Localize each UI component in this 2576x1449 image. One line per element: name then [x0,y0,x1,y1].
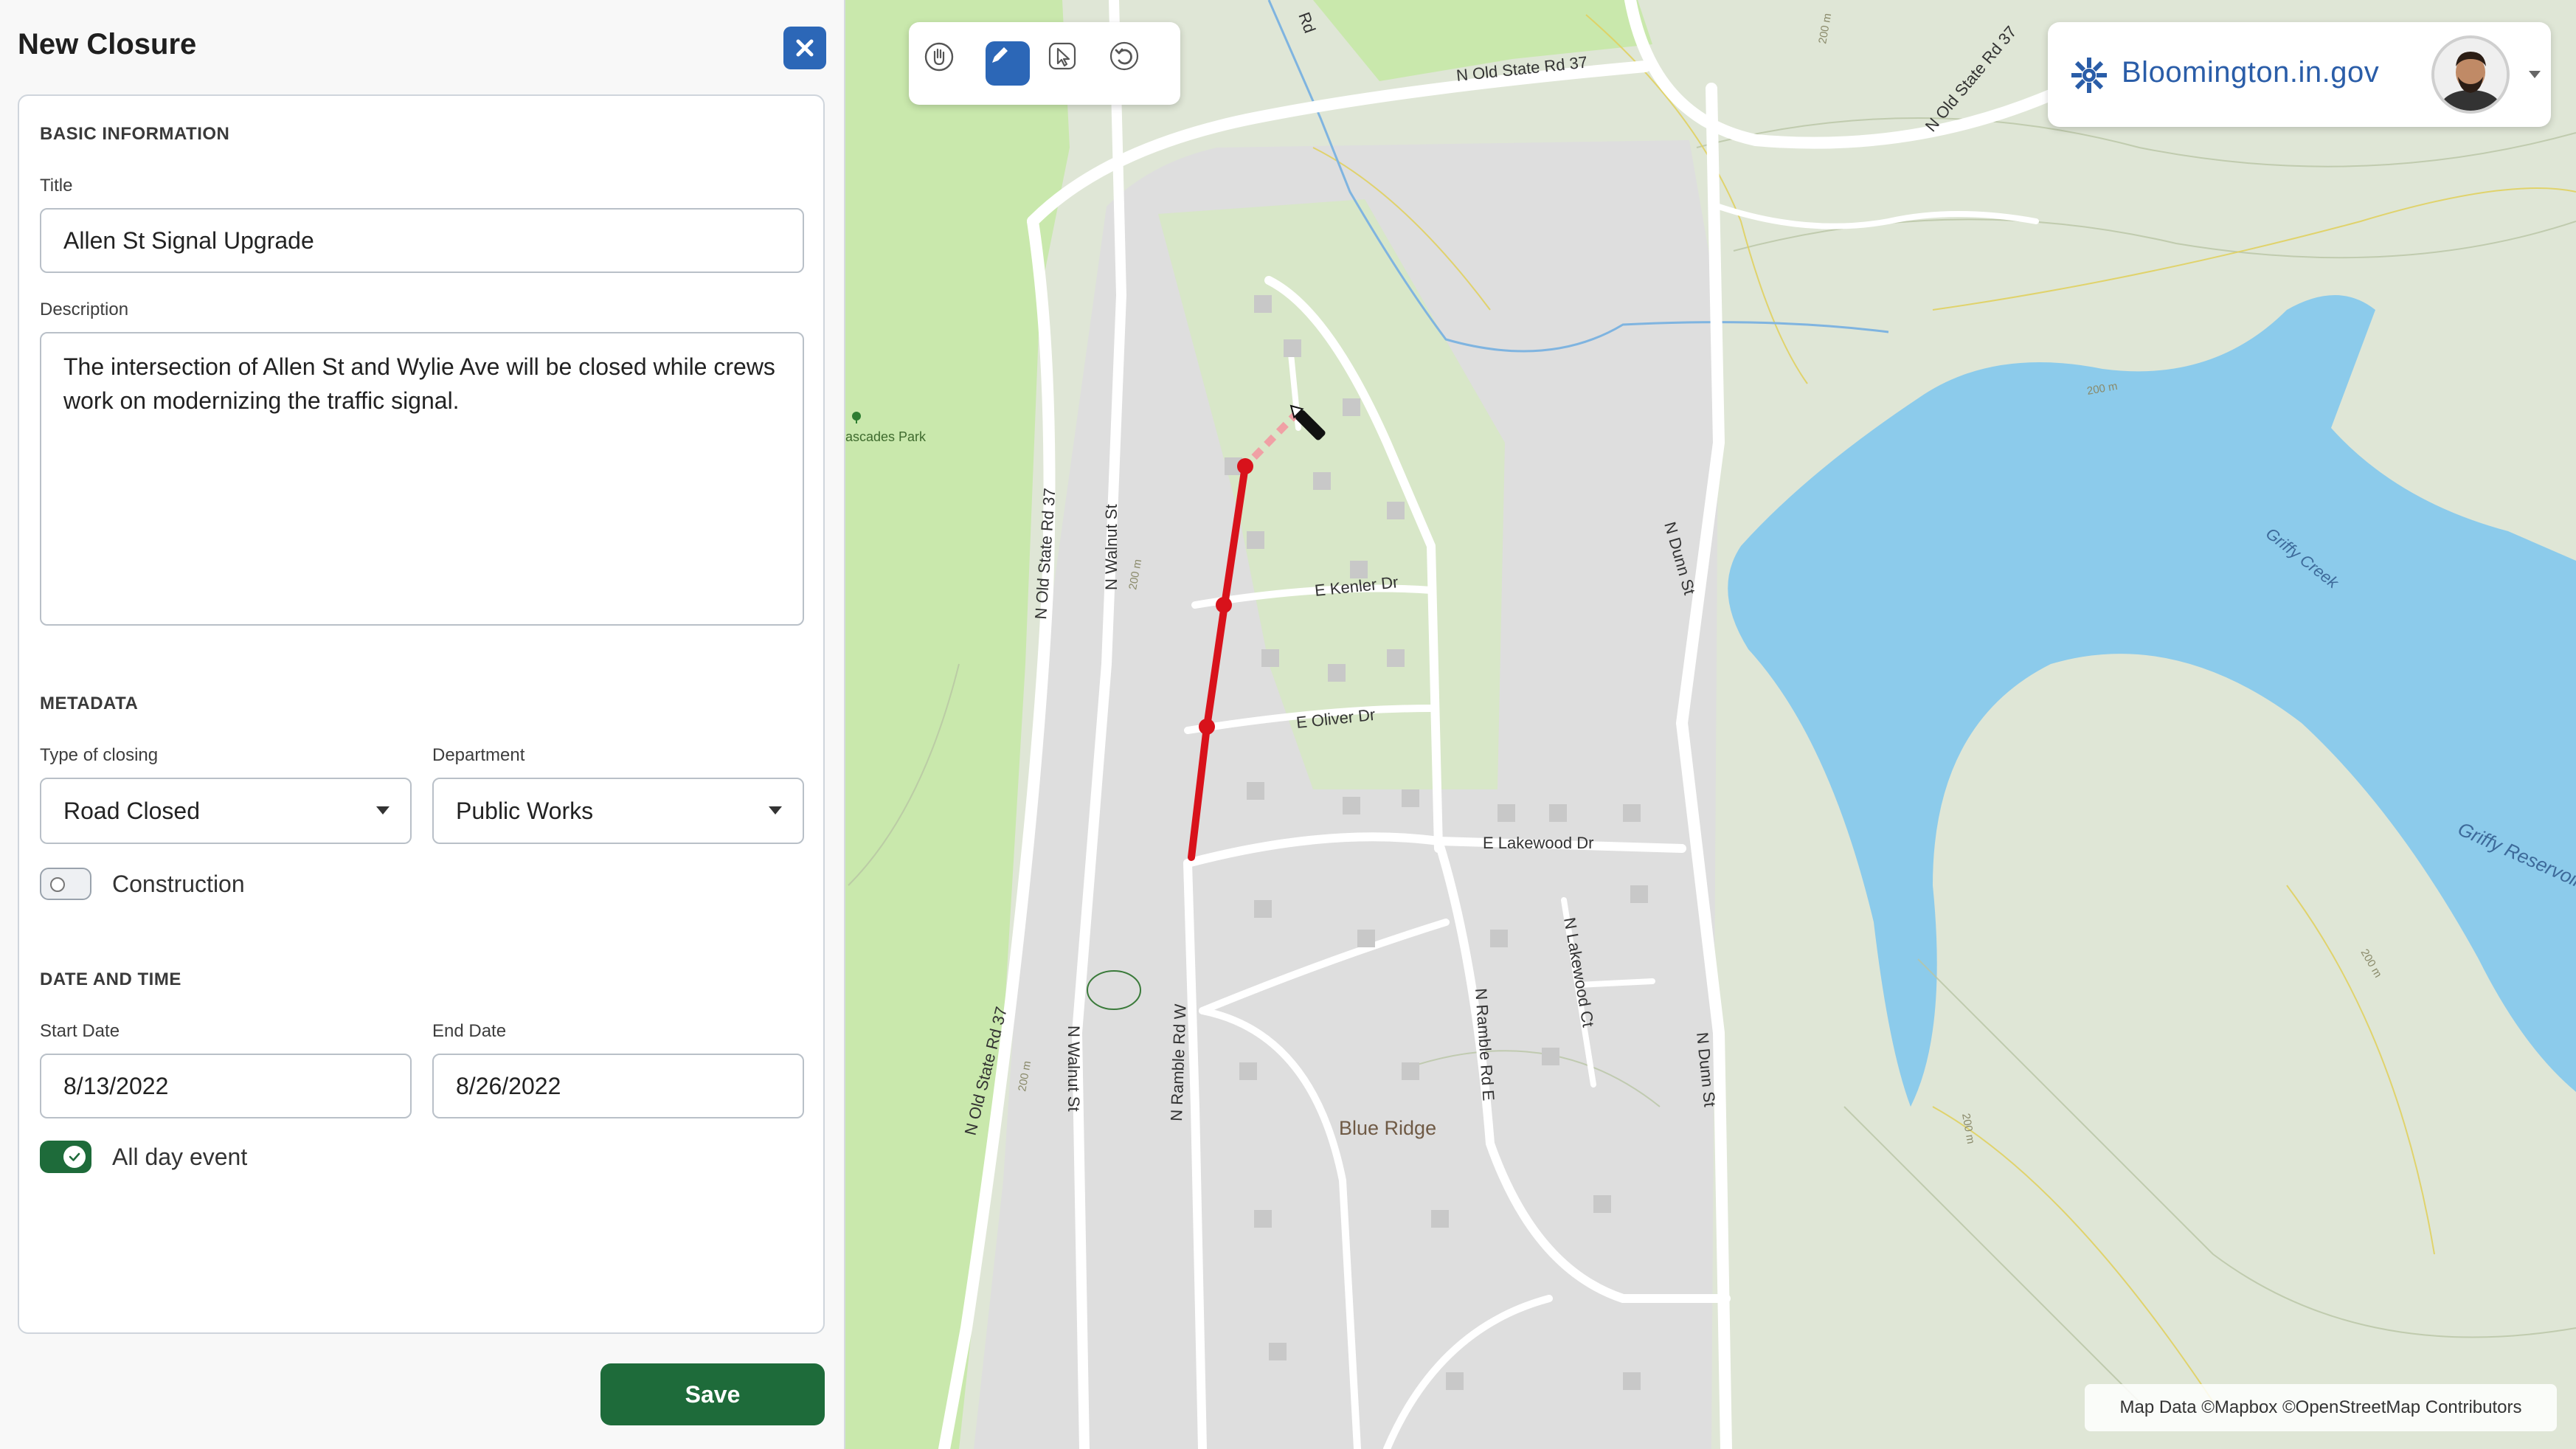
chevron-down-icon [2529,71,2541,78]
close-button[interactable] [783,27,826,69]
closure-vertex [1216,597,1232,613]
pencil-icon [992,47,1008,63]
hand-icon [924,42,954,72]
select-tool-button[interactable] [1048,41,1092,86]
construction-label: Construction [112,871,245,897]
undo-icon [1109,41,1139,71]
all-day-label: All day event [112,1144,248,1170]
label-cascades-park: ascades Park [845,429,927,444]
start-date-input[interactable]: 8/13/2022 [40,1054,412,1118]
account-menu[interactable]: Bloomington.in.gov [2048,22,2551,127]
label-n-walnut-st-top: N Walnut St [1102,504,1121,590]
chevron-down-icon [769,806,782,815]
panel-title: New Closure [18,28,197,60]
all-day-toggle[interactable] [40,1141,91,1173]
closure-form-panel: New Closure BASIC INFORMATION Title Alle… [0,0,845,1449]
pan-tool-button[interactable] [924,41,968,86]
city-seal-icon [2071,58,2107,93]
undo-tool-button[interactable] [1109,41,1154,86]
start-date-label: Start Date [40,1021,120,1041]
department-select[interactable]: Public Works [432,778,804,844]
construction-toggle[interactable] [40,868,91,900]
type-of-closing-label: Type of closing [40,745,159,765]
closure-vertex [1237,458,1253,474]
label-e-lakewood-dr: E Lakewood Dr [1483,834,1593,852]
save-button[interactable]: Save [600,1363,825,1425]
map-layer: N Old State Rd 37 N Old State Rd 37 N Ol… [845,0,2576,1449]
type-of-closing-value: Road Closed [63,797,200,824]
map-attribution[interactable]: Map Data ©Mapbox ©OpenStreetMap Contribu… [2085,1384,2557,1431]
section-date-and-time: DATE AND TIME [40,969,181,989]
department-label: Department [432,745,525,765]
cursor-icon [1048,42,1076,70]
brand-name: Bloomington.in.gov [2122,56,2380,89]
type-of-closing-select[interactable]: Road Closed [40,778,412,844]
description-textarea[interactable]: The intersection of Allen St and Wylie A… [40,332,804,626]
end-date-label: End Date [432,1021,507,1041]
check-icon [63,1146,86,1168]
close-icon [796,39,814,57]
avatar[interactable] [2431,35,2510,114]
label-blue-ridge: Blue Ridge [1339,1117,1436,1139]
draw-tool-button[interactable] [986,41,1030,86]
map-canvas[interactable]: N Old State Rd 37 N Old State Rd 37 N Ol… [845,0,2576,1449]
end-date-input[interactable]: 8/26/2022 [432,1054,804,1118]
closure-vertex [1199,719,1215,735]
description-label: Description [40,300,129,319]
section-basic-information: BASIC INFORMATION [40,124,230,144]
chevron-down-icon [376,806,389,815]
label-n-walnut-st-bottom: N Walnut St [1064,1026,1083,1112]
title-label: Title [40,176,73,196]
toggle-knob [50,877,65,892]
section-metadata: METADATA [40,694,139,713]
title-input[interactable]: Allen St Signal Upgrade [40,208,804,273]
department-value: Public Works [456,797,594,824]
map-toolbar [909,22,1180,105]
